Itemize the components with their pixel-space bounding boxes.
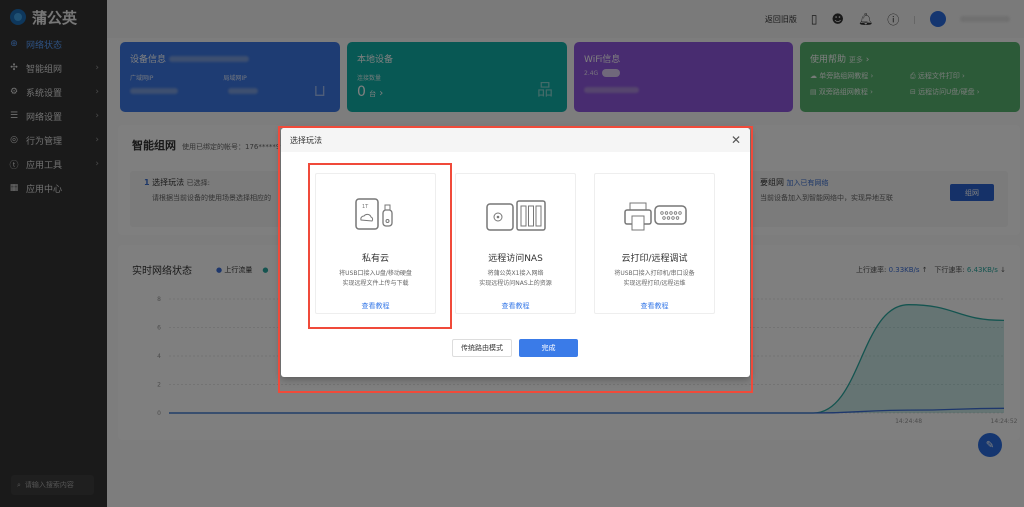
tutorial-link[interactable]: 查看教程: [316, 301, 435, 311]
option-desc: 将蒲公英X1接入网络: [487, 270, 544, 277]
printer-serial-icon: [623, 202, 687, 231]
option-desc: 实现远程访问NAS上的资源: [479, 280, 552, 287]
choose-mode-modal: 选择玩法 ✕ 1T 私有云 将USB口接入U盘/移动硬盘 实现远程文件上传与下载 查…: [281, 128, 750, 377]
option-desc: 实现远程打印/远程运维: [623, 280, 686, 287]
option-title: 云打印/远程调试: [621, 254, 688, 264]
option-desc: 实现远程文件上传与下载: [342, 280, 409, 287]
nas-icon: [485, 200, 546, 231]
option-remote-nas[interactable]: 远程访问NAS 将蒲公英X1接入网络实现远程访问NAS上的资源 查看教程: [455, 173, 576, 314]
option-desc: 将USB口接入打印机/串口设备: [614, 270, 695, 277]
option-cloud-print[interactable]: 云打印/远程调试 将USB口接入打印机/串口设备 实现远程打印/远程运维 查看教程: [594, 173, 715, 314]
option-private-cloud[interactable]: 1T 私有云 将USB口接入U盘/移动硬盘 实现远程文件上传与下载 查看教程: [315, 173, 436, 314]
tutorial-link[interactable]: 查看教程: [456, 301, 575, 311]
tutorial-link[interactable]: 查看教程: [595, 301, 714, 311]
traditional-router-mode-button[interactable]: 传统路由模式: [452, 339, 512, 357]
modal-title: 选择玩法: [290, 135, 322, 145]
done-button[interactable]: 完成: [519, 339, 578, 357]
svg-text:1T: 1T: [362, 204, 369, 210]
option-title: 远程访问NAS: [488, 254, 543, 264]
close-icon[interactable]: ✕: [731, 133, 741, 147]
option-desc: 将USB口接入U盘/移动硬盘: [339, 270, 412, 277]
option-title: 私有云: [361, 254, 389, 264]
usb-cloud-icon: 1T: [354, 198, 393, 230]
